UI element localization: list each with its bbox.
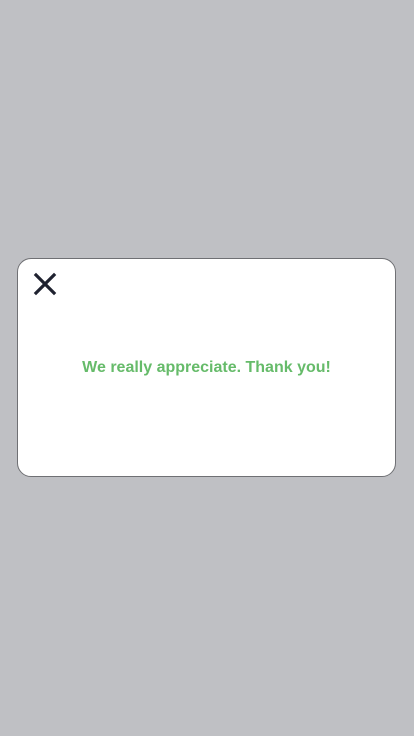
close-icon — [33, 272, 57, 296]
close-button[interactable] — [32, 271, 58, 297]
thank-you-dialog: We really appreciate. Thank you! — [17, 258, 396, 477]
thank-you-message: We really appreciate. Thank you! — [82, 359, 331, 376]
